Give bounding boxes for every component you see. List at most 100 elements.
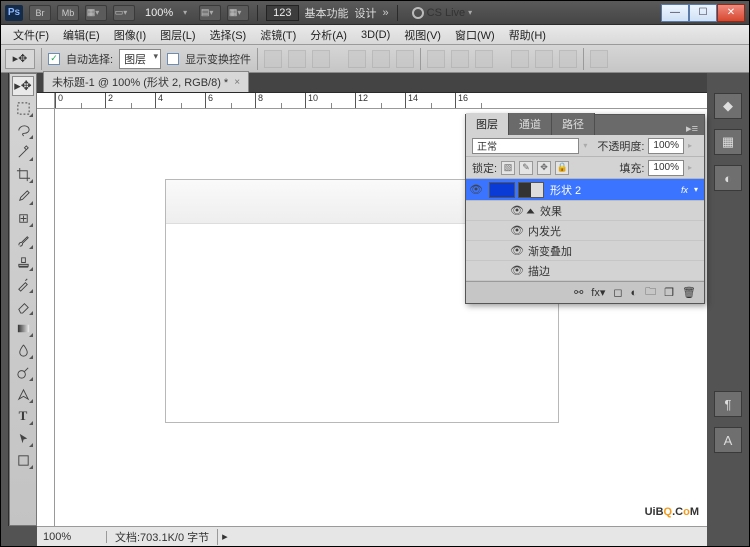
workspace-design[interactable]: 设计 xyxy=(355,5,377,21)
delete-layer-icon[interactable]: 🗑 xyxy=(682,286,696,299)
adjustments-icon[interactable]: ◐ xyxy=(714,165,742,191)
opacity-arrow-icon[interactable]: ▸ xyxy=(688,141,698,150)
shape-tool[interactable] xyxy=(12,450,34,470)
close-button[interactable]: ✕ xyxy=(717,4,745,22)
path-select-tool[interactable] xyxy=(12,428,34,448)
dodge-tool[interactable] xyxy=(12,362,34,382)
move-tool-indicator-icon[interactable]: ▸✥ xyxy=(5,49,35,69)
layer-mask-thumbnail[interactable] xyxy=(518,182,544,198)
minibridge-button[interactable]: Mb xyxy=(57,5,79,21)
align-hcenter-button[interactable] xyxy=(372,50,390,68)
auto-select-target[interactable]: 图层 xyxy=(119,49,161,69)
character-icon[interactable]: ¶ xyxy=(714,391,742,417)
effect-gradient-overlay[interactable]: 👁 渐变叠加 xyxy=(466,241,704,261)
auto-align-button[interactable] xyxy=(590,50,608,68)
stamp-tool[interactable] xyxy=(12,252,34,272)
cslive-button[interactable]: CS Live▾ xyxy=(412,7,479,19)
menu-file[interactable]: 文件(F) xyxy=(7,25,55,45)
blend-dropdown-icon[interactable]: ▾ xyxy=(583,141,593,150)
effects-row[interactable]: 👁 效果 xyxy=(466,201,704,221)
paragraph-icon[interactable]: A xyxy=(714,427,742,453)
layer-style-icon[interactable]: fx▾ xyxy=(591,286,605,299)
styles-icon[interactable]: ▦ xyxy=(714,129,742,155)
menu-filter[interactable]: 滤镜(T) xyxy=(254,25,302,45)
brush-tool[interactable] xyxy=(12,230,34,250)
lasso-tool[interactable] xyxy=(12,120,34,140)
eraser-tool[interactable] xyxy=(12,296,34,316)
distribute-left-button[interactable] xyxy=(511,50,529,68)
status-arrow-icon[interactable]: ▸ xyxy=(218,530,232,543)
align-top-button[interactable] xyxy=(264,50,282,68)
zoom-value[interactable]: 100% xyxy=(141,7,177,19)
minimize-button[interactable]: — xyxy=(661,4,689,22)
menu-analysis[interactable]: 分析(A) xyxy=(304,25,353,45)
fx-toggle-icon[interactable]: ▾ xyxy=(694,185,704,194)
type-tool[interactable]: T xyxy=(12,406,34,426)
lock-transparency-icon[interactable]: ▧ xyxy=(501,161,515,175)
tab-channels[interactable]: 通道 xyxy=(509,113,552,135)
layer-row[interactable]: 👁 形状 2 fx ▾ xyxy=(466,179,704,201)
gradient-tool[interactable] xyxy=(12,318,34,338)
arrange-docs-button[interactable]: ▦▾ xyxy=(85,5,107,21)
wand-tool[interactable] xyxy=(12,142,34,162)
status-zoom[interactable]: 100% xyxy=(37,531,107,543)
distribute-vcenter-button[interactable] xyxy=(451,50,469,68)
maximize-button[interactable]: ☐ xyxy=(689,4,717,22)
lock-position-icon[interactable]: ✥ xyxy=(537,161,551,175)
new-layer-icon[interactable]: ❐ xyxy=(664,286,674,299)
menu-view[interactable]: 视图(V) xyxy=(398,25,447,45)
menu-layer[interactable]: 图层(L) xyxy=(154,25,201,45)
ruler-horizontal[interactable]: 0 2 4 6 8 10 12 14 16 xyxy=(55,93,707,109)
blend-mode-select[interactable]: 正常 xyxy=(472,138,579,154)
opacity-input[interactable]: 100% xyxy=(648,138,684,154)
visibility-icon[interactable]: 👁 xyxy=(466,183,486,196)
layer-mask-icon[interactable]: ◻ xyxy=(613,286,622,299)
align-vcenter-button[interactable] xyxy=(288,50,306,68)
visibility-icon[interactable]: 👁 xyxy=(510,264,524,277)
group-icon[interactable]: 🗀 xyxy=(645,283,656,302)
auto-select-checkbox[interactable]: ✓ xyxy=(48,53,60,65)
panel-menu-icon[interactable]: ▸≡ xyxy=(680,122,704,135)
close-tab-icon[interactable]: × xyxy=(234,77,240,88)
distribute-bottom-button[interactable] xyxy=(475,50,493,68)
distribute-right-button[interactable] xyxy=(559,50,577,68)
guides-button[interactable]: ▦▾ xyxy=(227,5,249,21)
align-bottom-button[interactable] xyxy=(312,50,330,68)
history-brush-tool[interactable] xyxy=(12,274,34,294)
show-transform-checkbox[interactable] xyxy=(167,53,179,65)
bridge-button[interactable]: Br xyxy=(29,5,51,21)
lock-pixels-icon[interactable]: ✎ xyxy=(519,161,533,175)
menu-help[interactable]: 帮助(H) xyxy=(503,25,552,45)
move-tool[interactable]: ▸✥ xyxy=(12,76,34,96)
menu-select[interactable]: 选择(S) xyxy=(204,25,253,45)
swatches-icon[interactable]: ◆ xyxy=(714,93,742,119)
effect-inner-glow[interactable]: 👁 内发光 xyxy=(466,221,704,241)
visibility-icon[interactable]: 👁 xyxy=(510,224,524,237)
effect-stroke[interactable]: 👁 描边 xyxy=(466,261,704,281)
menu-window[interactable]: 窗口(W) xyxy=(449,25,501,45)
marquee-tool[interactable] xyxy=(12,98,34,118)
more-workspaces-icon[interactable]: » xyxy=(383,7,389,19)
zoom-dropdown-icon[interactable]: ▾ xyxy=(183,8,193,17)
menu-image[interactable]: 图像(I) xyxy=(108,25,152,45)
align-left-button[interactable] xyxy=(348,50,366,68)
crop-tool[interactable] xyxy=(12,164,34,184)
link-layers-icon[interactable]: ⚯ xyxy=(574,286,583,299)
healing-tool[interactable] xyxy=(12,208,34,228)
visibility-icon[interactable]: 👁 xyxy=(510,204,524,217)
menu-edit[interactable]: 编辑(E) xyxy=(57,25,106,45)
menu-3d[interactable]: 3D(D) xyxy=(355,27,396,43)
ruler-vertical[interactable] xyxy=(37,109,55,526)
layer-thumbnail[interactable] xyxy=(489,182,515,198)
screen-mode-button[interactable]: ▭▾ xyxy=(113,5,135,21)
document-tab[interactable]: 未标题-1 @ 100% (形状 2, RGB/8) * × xyxy=(43,71,249,92)
lock-all-icon[interactable]: 🔒 xyxy=(555,161,569,175)
fill-arrow-icon[interactable]: ▸ xyxy=(688,163,698,172)
eyedropper-tool[interactable] xyxy=(12,186,34,206)
effects-collapse-icon[interactable] xyxy=(527,208,535,213)
layer-name[interactable]: 形状 2 xyxy=(544,182,681,198)
blur-tool[interactable] xyxy=(12,340,34,360)
adjustment-layer-icon[interactable]: ◐ xyxy=(631,287,638,299)
workspace-badge[interactable]: 123 xyxy=(266,5,298,21)
align-right-button[interactable] xyxy=(396,50,414,68)
